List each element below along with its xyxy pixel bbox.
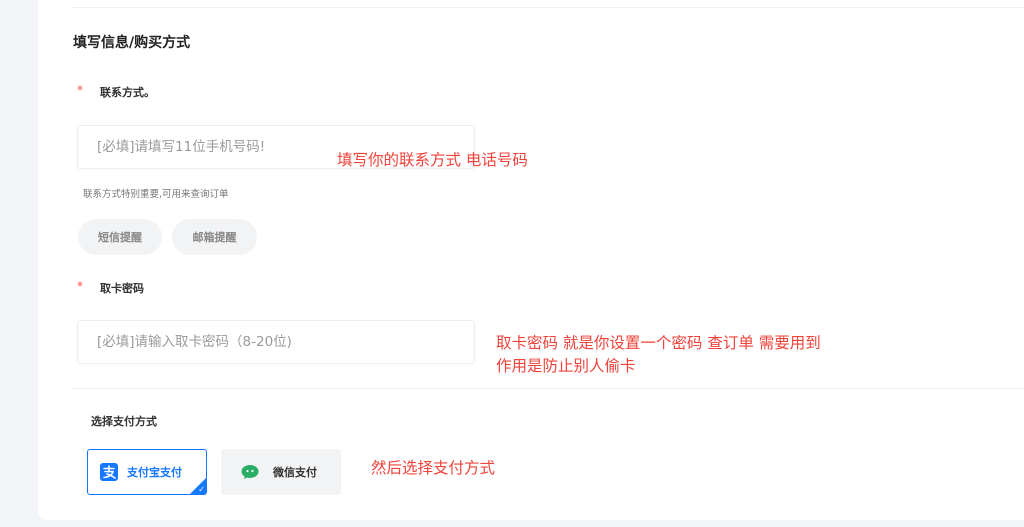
payment-title: 选择支付方式 [91, 415, 157, 428]
required-star: * [77, 83, 83, 97]
payment-annotation: 然后选择支付方式 [371, 459, 496, 477]
wechat-label: 微信支付 [273, 466, 317, 479]
password-annotation-line2: 作用是防止别人偷卡 [496, 357, 636, 375]
card-password-input-box[interactable] [77, 320, 475, 364]
contact-hint: 联系方式特别重要,可用来查询订单 [83, 189, 229, 200]
check-icon: ✓ [198, 485, 205, 494]
wechat-icon [241, 465, 259, 479]
sms-notify-button[interactable]: 短信提醒 [78, 219, 162, 255]
alipay-icon [100, 463, 118, 481]
password-annotation-line1: 取卡密码 就是你设置一个密码 查订单 需要用到 [496, 334, 821, 352]
top-divider [72, 7, 1024, 8]
contact-annotation: 填写你的联系方式 电话号码 [337, 151, 528, 169]
contact-label: 联系方式。 [100, 86, 155, 99]
card-password-input[interactable] [97, 334, 455, 350]
email-notify-button[interactable]: 邮箱提醒 [172, 219, 257, 255]
card-password-label: 取卡密码 [100, 282, 144, 295]
section-title: 填写信息/购买方式 [73, 35, 191, 51]
alipay-option[interactable]: 支付宝支付 ✓ [87, 449, 207, 495]
alipay-label: 支付宝支付 [127, 466, 182, 479]
section-divider [72, 388, 1024, 389]
form-card [38, 0, 1024, 520]
wechat-option[interactable]: 微信支付 [221, 449, 341, 495]
required-star: * [77, 279, 83, 293]
